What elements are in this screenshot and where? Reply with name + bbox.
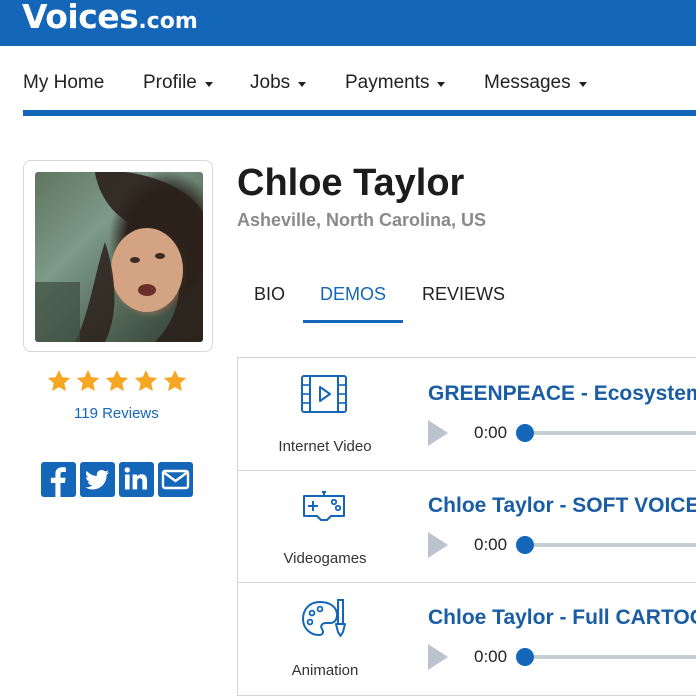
audio-progress-knob[interactable] bbox=[516, 424, 534, 442]
twitter-icon bbox=[85, 470, 109, 490]
play-button-icon[interactable] bbox=[428, 532, 448, 558]
profile-name: Chloe Taylor bbox=[237, 162, 465, 204]
tab-reviews[interactable]: REVIEWS bbox=[422, 284, 505, 305]
active-tab-indicator bbox=[303, 320, 403, 323]
star-icon bbox=[76, 369, 100, 391]
top-bar: Voices.com bbox=[0, 0, 696, 46]
demo-time: 0:00 bbox=[474, 535, 508, 554]
play-button-icon[interactable] bbox=[428, 644, 448, 670]
facebook-share-button[interactable] bbox=[41, 462, 76, 497]
demo-category: Videogames bbox=[283, 550, 367, 567]
nav-label: Payments bbox=[345, 72, 430, 93]
demo-time: 0:00 bbox=[474, 647, 508, 666]
photo-illustration bbox=[35, 172, 203, 342]
logo-name: Voices bbox=[22, 0, 139, 36]
tab-bio[interactable]: BIO bbox=[254, 284, 285, 305]
star-icon bbox=[47, 369, 71, 391]
caret-down-icon bbox=[578, 81, 587, 87]
email-icon bbox=[161, 469, 190, 490]
profile-photo-frame bbox=[23, 160, 213, 352]
demo-title-link[interactable]: Chloe Taylor - Full CARTOON bbox=[428, 606, 696, 630]
facebook-icon bbox=[50, 467, 66, 497]
rating-stars bbox=[46, 368, 188, 394]
palette-brush-icon bbox=[301, 599, 346, 637]
twitter-share-button[interactable] bbox=[80, 462, 115, 497]
gamepad-icon bbox=[303, 491, 345, 521]
demo-time: 0:00 bbox=[474, 423, 508, 442]
main-nav: My Home Profile Jobs Payments Messages bbox=[0, 46, 696, 118]
profile-location: Asheville, North Carolina, US bbox=[237, 210, 487, 230]
nav-jobs[interactable]: Jobs bbox=[250, 72, 307, 94]
logo-suffix: .com bbox=[138, 9, 198, 34]
social-share bbox=[41, 462, 193, 497]
email-share-button[interactable] bbox=[158, 462, 193, 497]
demo-row: Videogames Chloe Taylor - SOFT VOICE / 0… bbox=[238, 470, 696, 583]
star-icon bbox=[134, 369, 158, 391]
audio-progress-knob[interactable] bbox=[516, 536, 534, 554]
audio-progress-knob[interactable] bbox=[516, 648, 534, 666]
nav-label: Jobs bbox=[250, 72, 291, 93]
nav-label: My Home bbox=[23, 72, 105, 93]
linkedin-icon bbox=[124, 467, 147, 490]
linkedin-share-button[interactable] bbox=[119, 462, 154, 497]
nav-profile[interactable]: Profile bbox=[143, 72, 213, 94]
demo-list: Internet Video GREENPEACE - Ecosystem 0:… bbox=[237, 357, 696, 696]
nav-payments[interactable]: Payments bbox=[345, 72, 446, 94]
caret-down-icon bbox=[437, 81, 446, 87]
caret-down-icon bbox=[204, 81, 213, 87]
play-button-icon[interactable] bbox=[428, 420, 448, 446]
video-film-icon bbox=[301, 375, 347, 413]
nav-label: Profile bbox=[143, 72, 197, 93]
reviews-count-link[interactable]: 119 Reviews bbox=[74, 405, 159, 422]
demo-row: Internet Video GREENPEACE - Ecosystem 0:… bbox=[238, 358, 696, 471]
star-icon bbox=[163, 369, 187, 391]
audio-progress-track[interactable] bbox=[524, 655, 696, 659]
demo-category: Animation bbox=[291, 662, 359, 679]
nav-label: Messages bbox=[484, 72, 571, 93]
nav-my-home[interactable]: My Home bbox=[23, 72, 104, 94]
audio-progress-track[interactable] bbox=[524, 431, 696, 435]
nav-divider bbox=[23, 110, 696, 116]
demo-row: Animation Chloe Taylor - Full CARTOON 0:… bbox=[238, 582, 696, 694]
demo-title-link[interactable]: GREENPEACE - Ecosystem bbox=[428, 382, 696, 406]
audio-progress-track[interactable] bbox=[524, 543, 696, 547]
tab-demos[interactable]: DEMOS bbox=[320, 284, 386, 305]
voices-logo[interactable]: Voices.com bbox=[22, 0, 198, 36]
nav-messages[interactable]: Messages bbox=[484, 72, 587, 94]
star-icon bbox=[105, 369, 129, 391]
caret-down-icon bbox=[298, 81, 307, 87]
demo-category: Internet Video bbox=[278, 438, 372, 455]
profile-photo[interactable] bbox=[35, 172, 203, 342]
demo-title-link[interactable]: Chloe Taylor - SOFT VOICE / bbox=[428, 494, 696, 518]
